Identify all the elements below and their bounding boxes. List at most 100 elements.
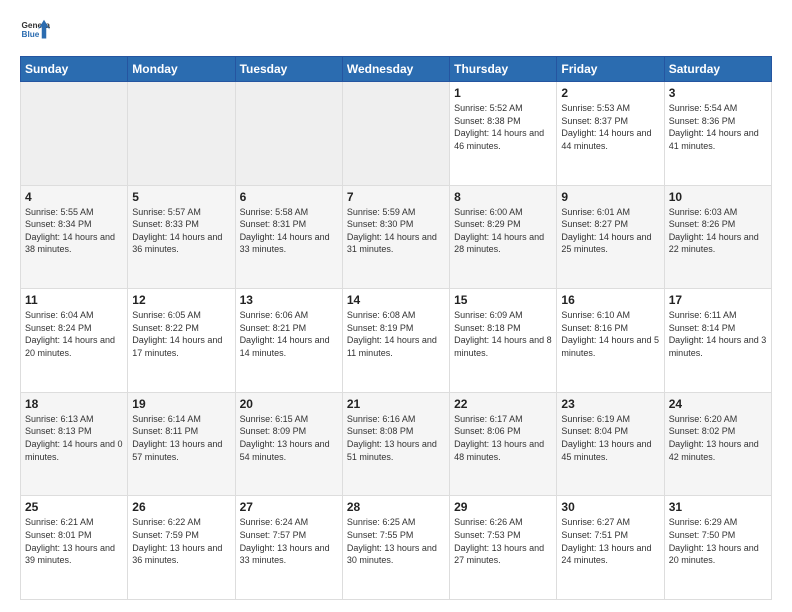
calendar-cell: 23Sunrise: 6:19 AM Sunset: 8:04 PM Dayli… <box>557 392 664 496</box>
calendar-cell: 19 Sunrise: 6:14 AM Sunset: 8:11 PM Dayli… <box>128 392 235 496</box>
logo: General Blue <box>20 16 50 46</box>
calendar-cell: 28Sunrise: 6:25 AM Sunset: 7:55 PM Dayli… <box>342 496 449 600</box>
calendar-week-row: 18 Sunrise: 6:13 AM Sunset: 8:13 PM Dayli… <box>21 392 772 496</box>
page: General Blue SundayMondayTuesdayWednesda… <box>0 0 792 612</box>
day-number: 17 <box>669 293 767 307</box>
day-number: 16 <box>561 293 659 307</box>
day-number: 9 <box>561 190 659 204</box>
svg-text:Blue: Blue <box>22 30 40 39</box>
day-info: Sunrise: 6:11 AM Sunset: 8:14 PM Dayligh… <box>669 309 767 359</box>
day-info: Sunrise: 6:04 AM Sunset: 8:24 PM Dayligh… <box>25 309 123 359</box>
calendar-cell <box>235 82 342 186</box>
day-info: Sunrise: 6:26 AM Sunset: 7:53 PM Dayligh… <box>454 516 552 566</box>
header: General Blue <box>20 16 772 46</box>
day-number: 2 <box>561 86 659 100</box>
day-info: Sunrise: 5:57 AM Sunset: 8:33 PM Dayligh… <box>132 206 230 256</box>
calendar-cell: 7 Sunrise: 5:59 AM Sunset: 8:30 PM Daylig… <box>342 185 449 289</box>
calendar-header-row: SundayMondayTuesdayWednesdayThursdayFrid… <box>21 57 772 82</box>
day-number: 6 <box>240 190 338 204</box>
logo-icon: General Blue <box>20 16 50 46</box>
day-info: Sunrise: 6:03 AM Sunset: 8:26 PM Dayligh… <box>669 206 767 256</box>
calendar-week-row: 25Sunrise: 6:21 AM Sunset: 8:01 PM Dayli… <box>21 496 772 600</box>
day-number: 19 <box>132 397 230 411</box>
day-info: Sunrise: 6:15 AM Sunset: 8:09 PM Dayligh… <box>240 413 338 463</box>
calendar-cell: 31 Sunrise: 6:29 AM Sunset: 7:50 PM Dayli… <box>664 496 771 600</box>
calendar-cell <box>21 82 128 186</box>
day-header: Tuesday <box>235 57 342 82</box>
day-number: 21 <box>347 397 445 411</box>
day-info: Sunrise: 6:25 AM Sunset: 7:55 PM Dayligh… <box>347 516 445 566</box>
day-number: 11 <box>25 293 123 307</box>
calendar-cell: 22Sunrise: 6:17 AM Sunset: 8:06 PM Dayli… <box>450 392 557 496</box>
calendar-cell: 25Sunrise: 6:21 AM Sunset: 8:01 PM Dayli… <box>21 496 128 600</box>
day-info: Sunrise: 6:08 AM Sunset: 8:19 PM Dayligh… <box>347 309 445 359</box>
calendar-cell: 10 Sunrise: 6:03 AM Sunset: 8:26 PM Dayli… <box>664 185 771 289</box>
day-info: Sunrise: 6:14 AM Sunset: 8:11 PM Dayligh… <box>132 413 230 463</box>
day-info: Sunrise: 5:58 AM Sunset: 8:31 PM Dayligh… <box>240 206 338 256</box>
day-number: 26 <box>132 500 230 514</box>
day-number: 22 <box>454 397 552 411</box>
calendar-cell: 3 Sunrise: 5:54 AM Sunset: 8:36 PM Daylig… <box>664 82 771 186</box>
day-number: 14 <box>347 293 445 307</box>
day-number: 8 <box>454 190 552 204</box>
calendar-cell: 14 Sunrise: 6:08 AM Sunset: 8:19 PM Dayli… <box>342 289 449 393</box>
day-number: 1 <box>454 86 552 100</box>
day-info: Sunrise: 6:22 AM Sunset: 7:59 PM Dayligh… <box>132 516 230 566</box>
calendar-cell: 17 Sunrise: 6:11 AM Sunset: 8:14 PM Dayli… <box>664 289 771 393</box>
day-info: Sunrise: 6:16 AM Sunset: 8:08 PM Dayligh… <box>347 413 445 463</box>
day-header: Friday <box>557 57 664 82</box>
day-header: Thursday <box>450 57 557 82</box>
day-info: Sunrise: 5:54 AM Sunset: 8:36 PM Dayligh… <box>669 102 767 152</box>
calendar-cell: 29Sunrise: 6:26 AM Sunset: 7:53 PM Dayli… <box>450 496 557 600</box>
calendar-cell: 9 Sunrise: 6:01 AM Sunset: 8:27 PM Daylig… <box>557 185 664 289</box>
calendar-cell: 11 Sunrise: 6:04 AM Sunset: 8:24 PM Dayli… <box>21 289 128 393</box>
day-number: 10 <box>669 190 767 204</box>
day-number: 7 <box>347 190 445 204</box>
calendar-cell: 1Sunrise: 5:52 AM Sunset: 8:38 PM Daylig… <box>450 82 557 186</box>
day-info: Sunrise: 6:24 AM Sunset: 7:57 PM Dayligh… <box>240 516 338 566</box>
day-number: 12 <box>132 293 230 307</box>
day-info: Sunrise: 6:20 AM Sunset: 8:02 PM Dayligh… <box>669 413 767 463</box>
day-info: Sunrise: 6:27 AM Sunset: 7:51 PM Dayligh… <box>561 516 659 566</box>
day-info: Sunrise: 6:01 AM Sunset: 8:27 PM Dayligh… <box>561 206 659 256</box>
day-number: 30 <box>561 500 659 514</box>
calendar-cell: 26 Sunrise: 6:22 AM Sunset: 7:59 PM Dayli… <box>128 496 235 600</box>
day-info: Sunrise: 5:53 AM Sunset: 8:37 PM Dayligh… <box>561 102 659 152</box>
day-header: Wednesday <box>342 57 449 82</box>
calendar-cell: 8 Sunrise: 6:00 AM Sunset: 8:29 PM Daylig… <box>450 185 557 289</box>
calendar-cell: 24 Sunrise: 6:20 AM Sunset: 8:02 PM Dayli… <box>664 392 771 496</box>
calendar-cell <box>342 82 449 186</box>
calendar-cell: 20 Sunrise: 6:15 AM Sunset: 8:09 PM Dayli… <box>235 392 342 496</box>
calendar-cell <box>128 82 235 186</box>
calendar-cell: 27 Sunrise: 6:24 AM Sunset: 7:57 PM Dayli… <box>235 496 342 600</box>
day-number: 5 <box>132 190 230 204</box>
day-number: 23 <box>561 397 659 411</box>
day-info: Sunrise: 6:09 AM Sunset: 8:18 PM Dayligh… <box>454 309 552 359</box>
day-number: 27 <box>240 500 338 514</box>
calendar-cell: 13Sunrise: 6:06 AM Sunset: 8:21 PM Dayli… <box>235 289 342 393</box>
calendar-week-row: 1Sunrise: 5:52 AM Sunset: 8:38 PM Daylig… <box>21 82 772 186</box>
day-info: Sunrise: 6:00 AM Sunset: 8:29 PM Dayligh… <box>454 206 552 256</box>
day-info: Sunrise: 5:55 AM Sunset: 8:34 PM Dayligh… <box>25 206 123 256</box>
calendar-cell: 6 Sunrise: 5:58 AM Sunset: 8:31 PM Daylig… <box>235 185 342 289</box>
day-number: 15 <box>454 293 552 307</box>
day-info: Sunrise: 5:59 AM Sunset: 8:30 PM Dayligh… <box>347 206 445 256</box>
day-number: 13 <box>240 293 338 307</box>
day-header: Sunday <box>21 57 128 82</box>
day-number: 20 <box>240 397 338 411</box>
day-info: Sunrise: 6:13 AM Sunset: 8:13 PM Dayligh… <box>25 413 123 463</box>
day-header: Monday <box>128 57 235 82</box>
calendar-cell: 30 Sunrise: 6:27 AM Sunset: 7:51 PM Dayli… <box>557 496 664 600</box>
day-info: Sunrise: 6:10 AM Sunset: 8:16 PM Dayligh… <box>561 309 659 359</box>
calendar-cell: 16 Sunrise: 6:10 AM Sunset: 8:16 PM Dayli… <box>557 289 664 393</box>
day-info: Sunrise: 6:05 AM Sunset: 8:22 PM Dayligh… <box>132 309 230 359</box>
day-info: Sunrise: 6:29 AM Sunset: 7:50 PM Dayligh… <box>669 516 767 566</box>
day-number: 3 <box>669 86 767 100</box>
calendar-cell: 15 Sunrise: 6:09 AM Sunset: 8:18 PM Dayli… <box>450 289 557 393</box>
day-number: 18 <box>25 397 123 411</box>
day-number: 25 <box>25 500 123 514</box>
day-number: 31 <box>669 500 767 514</box>
day-number: 24 <box>669 397 767 411</box>
day-number: 4 <box>25 190 123 204</box>
calendar-week-row: 4 Sunrise: 5:55 AM Sunset: 8:34 PM Daylig… <box>21 185 772 289</box>
